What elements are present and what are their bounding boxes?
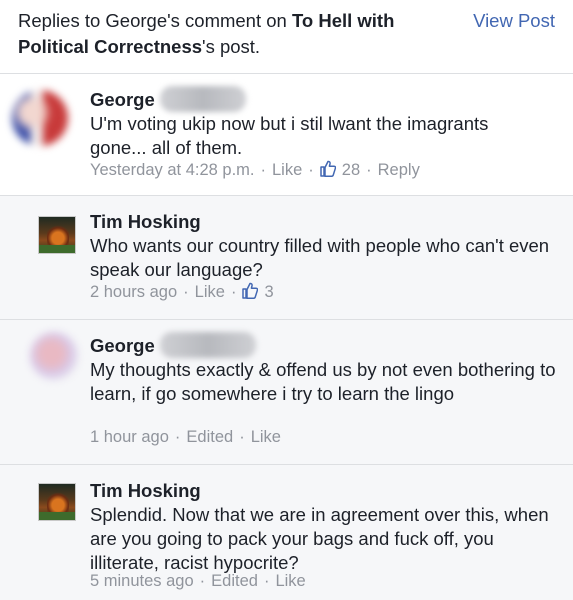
comment-text: U'm voting ukip now but i stil lwant the… [90,113,489,158]
separator-dot: · [174,428,181,446]
edited-label[interactable]: Edited [211,572,258,590]
redacted-surname [160,86,246,112]
header-suffix: 's post. [202,36,261,57]
like-count[interactable]: 28 [342,161,360,179]
comment-timestamp[interactable]: 5 minutes ago [90,572,194,590]
separator-dot: · [366,161,372,179]
comment-text: My thoughts exactly & offend us by not e… [90,359,556,404]
avatar[interactable] [38,483,76,521]
comment-text: Who wants our country filled with people… [90,235,550,280]
like-link[interactable]: Like [195,283,225,301]
separator-dot: · [230,283,237,301]
comment-meta: 1 hour ago · Edited · Like [90,426,281,448]
like-count[interactable]: 3 [264,283,273,301]
reply-tim-1: Tim Hosking Who wants our country filled… [0,196,573,320]
reply-george-1: George My thoughts exactly & offend us b… [0,320,573,465]
avatar[interactable] [30,332,78,380]
redacted-surname [160,332,256,358]
comment-author[interactable]: George [90,334,155,358]
comment-meta: Yesterday at 4:28 p.m. · Like · 28 · Reply [90,159,420,181]
comment-text: Splendid. Now that we are in agreement o… [90,504,549,573]
header-title: Replies to George's comment on To Hell w… [18,8,448,60]
separator-dot: · [308,161,314,179]
comment-author[interactable]: George [90,88,155,112]
view-post-link[interactable]: View Post [473,8,555,34]
thumbs-up-icon[interactable] [242,282,259,299]
avatar[interactable] [38,216,76,254]
separator-dot: · [239,428,245,446]
comment-meta: 5 minutes ago · Edited · Like [90,570,306,592]
separator-dot: · [199,572,206,590]
thumbs-up-icon[interactable] [320,160,336,177]
header-prefix: Replies to George's comment on [18,10,292,31]
like-link[interactable]: Like [272,161,302,179]
comment-timestamp[interactable]: 2 hours ago [90,283,177,301]
reply-tim-2: Tim Hosking Splendid. Now that we are in… [0,465,573,600]
separator-dot: · [260,161,267,179]
separator-dot: · [183,283,189,301]
reply-link[interactable]: Reply [378,161,420,179]
replies-header: Replies to George's comment on To Hell w… [0,0,573,74]
like-link[interactable]: Like [251,428,281,446]
comment-author[interactable]: Tim Hosking [90,210,201,234]
comment-author[interactable]: Tim Hosking [90,479,201,503]
separator-dot: · [263,572,270,590]
avatar[interactable] [12,90,68,146]
comment-george-original: George U'm voting ukip now but i stil lw… [0,74,573,196]
like-link[interactable]: Like [275,572,305,590]
comment-meta: 2 hours ago · Like · 3 [90,281,274,303]
comment-timestamp[interactable]: Yesterday at 4:28 p.m. [90,161,255,179]
edited-label[interactable]: Edited [186,428,233,446]
comment-timestamp[interactable]: 1 hour ago [90,428,169,446]
